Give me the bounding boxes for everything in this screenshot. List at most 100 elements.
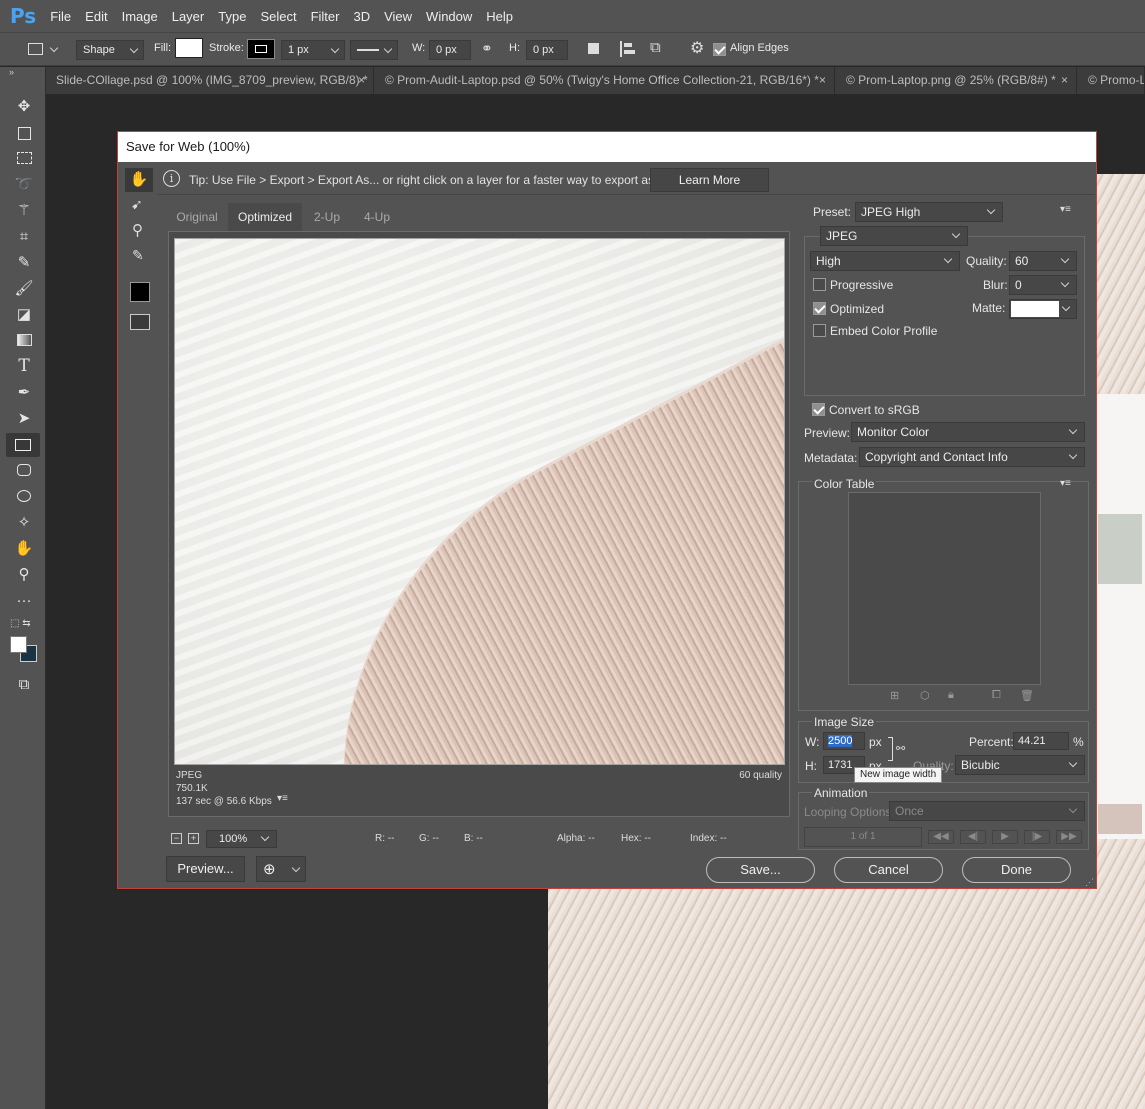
menu-file[interactable]: File (50, 9, 71, 24)
menu-layer[interactable]: Layer (172, 9, 205, 24)
lasso-tool-icon[interactable]: ➰ (13, 173, 35, 195)
menu-edit[interactable]: Edit (85, 9, 107, 24)
menu-help[interactable]: Help (486, 9, 513, 24)
learn-more-button[interactable]: Learn More (650, 168, 769, 192)
toggle-slices-icon[interactable] (130, 314, 150, 330)
menu-image[interactable]: Image (122, 9, 158, 24)
color-table-swatches[interactable] (848, 492, 1041, 685)
eyedropper-color-swatch[interactable] (130, 282, 150, 302)
hand-tool-icon[interactable]: ✋ (125, 168, 153, 192)
path-arrangement-icon[interactable]: ⧉ (650, 39, 661, 56)
menu-3d[interactable]: 3D (353, 9, 370, 24)
blur-input[interactable]: 0 (1009, 275, 1077, 295)
stroke-type-select[interactable] (350, 40, 398, 60)
path-alignment-icon[interactable] (620, 41, 635, 57)
menu-select[interactable]: Select (260, 9, 296, 24)
pen-tool-icon[interactable]: ✒ (13, 381, 35, 403)
preview-profile-select[interactable]: Monitor Color (851, 422, 1085, 442)
close-icon[interactable]: × (819, 67, 826, 94)
ellipse-tool-icon[interactable] (13, 485, 35, 507)
file-format-select[interactable]: JPEG (820, 226, 968, 246)
zoom-level-select[interactable]: 100% (206, 830, 277, 848)
browser-preview-button[interactable]: ⊕ (256, 856, 306, 882)
convert-srgb-checkbox[interactable] (812, 403, 825, 416)
progressive-checkbox[interactable] (813, 278, 826, 291)
zoom-out-button[interactable]: − (171, 833, 182, 844)
link-icon[interactable]: ⚭ (481, 40, 493, 57)
metadata-select[interactable]: Copyright and Contact Info (859, 447, 1085, 467)
eyedropper-tool-icon[interactable]: ✎ (132, 247, 144, 264)
tab-4-up[interactable]: 4-Up (352, 203, 402, 231)
constrain-proportions-icon[interactable] (888, 737, 893, 761)
resize-grip-icon[interactable]: ⋰ (1085, 877, 1094, 888)
cancel-button[interactable]: Cancel (834, 857, 943, 883)
map-to-transparent-icon[interactable]: ⊞ (890, 689, 899, 702)
path-operations-icon[interactable] (588, 43, 599, 54)
save-button[interactable]: Save... (706, 857, 815, 883)
shape-mode-select[interactable]: Shape (76, 40, 144, 60)
collapse-toolbar-icon[interactable]: » (9, 67, 14, 77)
tab-prom-audit-laptop[interactable]: © Prom-Audit-Laptop.psd @ 50% (Twigy's H… (375, 67, 835, 94)
marquee-tool-icon[interactable] (13, 147, 35, 169)
play-icon[interactable]: ▶ (992, 830, 1018, 844)
tab-prom-laptop[interactable]: © Prom-Laptop.png @ 25% (RGB/8#) * × (836, 67, 1077, 94)
move-tool-icon[interactable]: ✥ (13, 95, 35, 117)
tool-preset-picker[interactable] (26, 40, 62, 60)
menu-window[interactable]: Window (426, 9, 472, 24)
align-edges-checkbox[interactable] (713, 43, 726, 56)
embed-color-profile-checkbox[interactable] (813, 324, 826, 337)
zoom-tool-icon[interactable]: ⚲ (132, 221, 143, 239)
color-table-menu-icon[interactable]: ▾≡ (1060, 478, 1071, 489)
type-tool-icon[interactable]: T (13, 355, 35, 377)
magic-wand-tool-icon[interactable]: ⚚ (13, 199, 35, 221)
rectangle-tool-icon[interactable] (6, 433, 40, 457)
preview-menu-icon[interactable]: ▾≡ (277, 793, 288, 804)
tab-2-up[interactable]: 2-Up (302, 203, 352, 231)
menu-type[interactable]: Type (218, 9, 246, 24)
rounded-rectangle-tool-icon[interactable] (13, 459, 35, 481)
brush-tool-icon[interactable]: 🖌 (13, 277, 35, 299)
close-icon[interactable]: × (358, 67, 365, 94)
width-input[interactable]: 0 px (429, 40, 471, 60)
fill-swatch[interactable] (175, 38, 203, 58)
percent-input[interactable]: 44.21 (1013, 732, 1069, 750)
previous-frame-icon[interactable]: ◀| (960, 830, 986, 844)
first-frame-icon[interactable]: ◀◀ (928, 830, 954, 844)
quality-input[interactable]: 60 (1009, 251, 1077, 271)
stroke-swatch[interactable] (247, 39, 275, 59)
tab-original[interactable]: Original (166, 203, 228, 231)
resample-method-select[interactable]: Bicubic (955, 755, 1085, 775)
crop-tool-icon[interactable]: ⌗ (13, 225, 35, 247)
width-input[interactable]: 2500 (823, 732, 865, 750)
hand-tool-icon[interactable]: ✋ (13, 537, 35, 559)
preview-button[interactable]: Preview... (166, 856, 245, 882)
close-icon[interactable]: × (1061, 67, 1068, 94)
gear-icon[interactable]: ⚙ (690, 38, 704, 58)
web-shift-icon[interactable]: ⬡ (920, 689, 930, 702)
menu-filter[interactable]: Filter (311, 9, 340, 24)
eyedropper-tool-icon[interactable]: ✎ (13, 251, 35, 273)
zoom-tool-icon[interactable]: ⚲ (13, 563, 35, 585)
screen-mode-icon[interactable]: ⧉ (13, 673, 35, 695)
optimized-preview-image[interactable] (174, 238, 785, 765)
link-icon[interactable]: ⚯ (896, 742, 905, 755)
more-tools-icon[interactable]: ··· (13, 589, 35, 611)
optimized-checkbox[interactable] (813, 302, 826, 315)
swap-colors-icon[interactable]: ⬚ ⇆ (10, 618, 31, 629)
tab-slide-collage[interactable]: Slide-COllage.psd @ 100% (IMG_8709_previ… (46, 67, 374, 94)
preset-select[interactable]: JPEG High (855, 202, 1003, 222)
next-frame-icon[interactable]: |▶ (1024, 830, 1050, 844)
matte-color-select[interactable] (1009, 299, 1077, 319)
artboard-tool-icon[interactable] (13, 122, 35, 144)
path-selection-tool-icon[interactable]: ➤ (13, 407, 35, 429)
menu-view[interactable]: View (384, 9, 412, 24)
eraser-tool-icon[interactable]: ◪ (13, 303, 35, 325)
tab-optimized[interactable]: Optimized (228, 203, 302, 231)
slice-select-tool-icon[interactable]: ➹ (131, 196, 143, 213)
delete-color-icon[interactable]: 🗑︎ (1020, 689, 1034, 702)
height-input[interactable]: 0 px (526, 40, 568, 60)
custom-shape-tool-icon[interactable]: ✧ (13, 511, 35, 533)
done-button[interactable]: Done (962, 857, 1071, 883)
gradient-tool-icon[interactable] (13, 329, 35, 351)
compression-quality-select[interactable]: High (810, 251, 960, 271)
